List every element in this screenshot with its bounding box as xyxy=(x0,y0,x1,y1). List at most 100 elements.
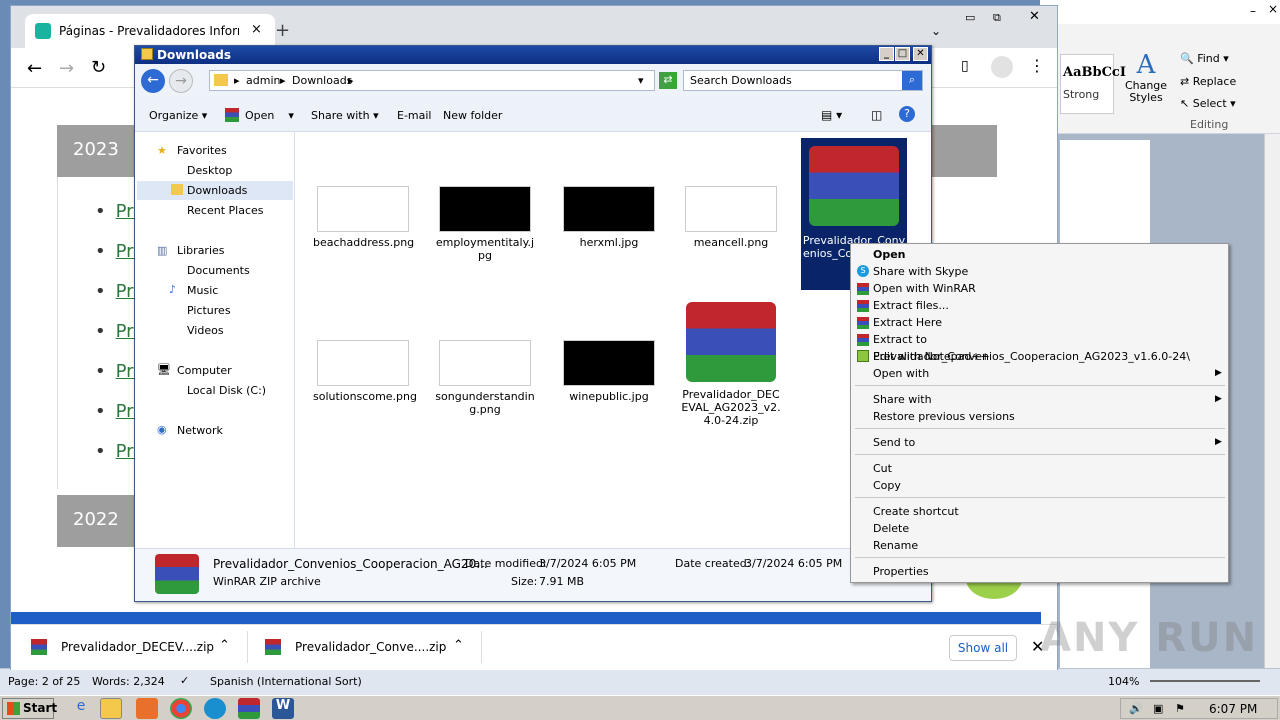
word-scrollbar[interactable] xyxy=(1264,134,1280,668)
menu-share-skype[interactable]: Share with Skype xyxy=(873,263,968,280)
open-button[interactable]: Open ▾ xyxy=(245,109,294,122)
new-folder-button[interactable]: New folder xyxy=(443,109,502,122)
nav-pictures[interactable]: Pictures xyxy=(187,304,231,317)
restore-icon[interactable]: ⧉ xyxy=(993,11,1001,25)
close-icon[interactable]: ✕ xyxy=(1029,9,1040,24)
back-icon[interactable]: ← xyxy=(141,69,165,93)
volume-icon[interactable]: 🔊 xyxy=(1129,702,1143,715)
email-button[interactable]: E-mail xyxy=(397,109,432,122)
file-item[interactable]: Prevalidador_DECEVAL_AG2023_v2.4.0-24.zi… xyxy=(681,302,781,427)
menu-delete[interactable]: Delete xyxy=(873,520,909,537)
chrome-icon[interactable] xyxy=(170,698,192,719)
back-icon[interactable]: ← xyxy=(27,58,42,79)
profile-avatar[interactable] xyxy=(991,56,1013,78)
browser-tab[interactable]: Páginas - Prevalidadores Informacion × xyxy=(25,14,275,48)
language-status[interactable]: Spanish (International Sort) xyxy=(210,675,362,688)
change-styles-button[interactable]: A Change Styles xyxy=(1124,50,1168,104)
chevron-up-icon[interactable]: ⌃ xyxy=(453,638,464,653)
ie-icon[interactable]: e xyxy=(70,698,92,719)
file-item[interactable]: employmentitaly.jpg xyxy=(435,186,535,262)
menu-rename[interactable]: Rename xyxy=(873,537,918,554)
spellcheck-icon[interactable]: ✓ xyxy=(180,674,189,687)
close-icon[interactable]: ✕ xyxy=(913,47,928,61)
explorer-icon[interactable] xyxy=(100,698,122,719)
network-icon[interactable]: ▣ xyxy=(1153,702,1163,715)
nav-recent-places[interactable]: Recent Places xyxy=(187,204,264,217)
preview-pane-icon[interactable]: ◫ xyxy=(871,108,882,122)
menu-copy[interactable]: Copy xyxy=(873,477,901,494)
chevron-up-icon[interactable]: ⌃ xyxy=(219,638,230,653)
show-all-button[interactable]: Show all xyxy=(949,635,1017,661)
breadcrumb-downloads[interactable]: Downloads xyxy=(292,74,352,87)
select-button[interactable]: ↖ Select ▾ xyxy=(1180,97,1236,110)
edge-icon[interactable] xyxy=(204,698,226,719)
menu-send-to[interactable]: Send to xyxy=(873,434,915,451)
word-count[interactable]: Words: 2,324 xyxy=(92,675,165,688)
tab-search-icon[interactable]: ⌄ xyxy=(931,24,941,38)
menu-edit-notepad[interactable]: Edit with Notepad++ xyxy=(873,348,990,365)
nav-favorites[interactable]: Favorites xyxy=(177,144,227,157)
word-icon[interactable]: W xyxy=(272,698,294,719)
menu-open-winrar[interactable]: Open with WinRAR xyxy=(873,280,976,297)
winrar-icon[interactable] xyxy=(238,698,260,719)
file-item[interactable]: songunderstanding.png xyxy=(435,340,535,416)
file-item[interactable]: meancell.png xyxy=(681,186,781,249)
nav-libraries[interactable]: Libraries xyxy=(177,244,225,257)
clock[interactable]: 6:07 PM xyxy=(1209,702,1257,716)
replace-button[interactable]: ⇄ Replace xyxy=(1180,75,1236,88)
file-item[interactable]: beachaddress.png xyxy=(313,186,414,249)
nav-local-disk[interactable]: Local Disk (C:) xyxy=(187,384,266,397)
nav-computer[interactable]: Computer xyxy=(177,364,232,377)
nav-music[interactable]: Music xyxy=(187,284,218,297)
address-bar[interactable]: ▸ admin ▸ Downloads ▸ ▾ xyxy=(209,70,655,91)
minimize-icon[interactable]: – xyxy=(1250,4,1256,18)
share-with-button[interactable]: Share with ▾ xyxy=(311,109,379,122)
menu-restore-versions[interactable]: Restore previous versions xyxy=(873,408,1015,425)
minimize-icon[interactable]: ▭ xyxy=(965,11,975,24)
flag-icon[interactable]: ⚑ xyxy=(1175,702,1185,715)
menu-cut[interactable]: Cut xyxy=(873,460,892,477)
find-button[interactable]: 🔍 Find ▾ xyxy=(1180,52,1229,65)
sidebar-icon[interactable]: ▯ xyxy=(961,58,969,74)
page-count[interactable]: Page: 2 of 25 xyxy=(8,675,80,688)
search-box[interactable]: Search Downloads ⌕ xyxy=(683,70,923,91)
menu-icon[interactable]: ⋮ xyxy=(1029,56,1045,75)
breadcrumb-admin[interactable]: admin xyxy=(246,74,280,87)
file-item[interactable]: winepublic.jpg xyxy=(559,340,659,403)
history-dropdown-icon[interactable]: ▾ xyxy=(638,74,644,87)
menu-extract-files[interactable]: Extract files... xyxy=(873,297,949,314)
forward-icon[interactable]: → xyxy=(59,58,74,79)
view-options-icon[interactable]: ▤ ▾ xyxy=(821,108,842,122)
file-item[interactable]: herxml.jpg xyxy=(559,186,659,249)
style-gallery[interactable]: AaBbCcI Strong xyxy=(1060,54,1126,114)
menu-extract-here[interactable]: Extract Here xyxy=(873,314,942,331)
menu-share-with[interactable]: Share with xyxy=(873,391,932,408)
forward-icon[interactable]: → xyxy=(169,69,193,93)
menu-properties[interactable]: Properties xyxy=(873,563,929,580)
menu-open-with[interactable]: Open with xyxy=(873,365,929,382)
nav-documents[interactable]: Documents xyxy=(187,264,250,277)
nav-network[interactable]: Network xyxy=(177,424,223,437)
nav-videos[interactable]: Videos xyxy=(187,324,224,337)
maximize-icon[interactable]: □ xyxy=(895,47,910,61)
minimize-icon[interactable]: _ xyxy=(879,47,894,61)
year-2022-header[interactable]: 2022 xyxy=(57,495,137,547)
file-item[interactable]: solutionscome.png xyxy=(313,340,417,403)
download-item[interactable]: Prevalidador_DECEV....zip ⌃ xyxy=(29,637,249,661)
close-icon[interactable]: × xyxy=(1268,2,1278,16)
menu-create-shortcut[interactable]: Create shortcut xyxy=(873,503,959,520)
zoom-slider[interactable] xyxy=(1150,680,1260,682)
menu-extract-to[interactable]: Extract to Prevalidador_Convenios_Cooper… xyxy=(873,331,1228,363)
search-icon[interactable]: ⌕ xyxy=(902,71,922,90)
menu-open[interactable]: Open xyxy=(873,246,906,263)
reload-icon[interactable]: ↻ xyxy=(91,57,106,78)
nav-desktop[interactable]: Desktop xyxy=(187,164,232,177)
organize-button[interactable]: Organize ▾ xyxy=(149,109,207,122)
media-player-icon[interactable] xyxy=(136,698,158,719)
refresh-icon[interactable]: ⇄ xyxy=(659,72,677,89)
zoom-level[interactable]: 104% xyxy=(1108,675,1139,688)
nav-downloads[interactable]: Downloads xyxy=(187,184,247,197)
start-button[interactable]: Start xyxy=(2,698,57,719)
new-tab-icon[interactable]: + xyxy=(275,20,290,41)
tab-close-icon[interactable]: × xyxy=(251,22,262,37)
